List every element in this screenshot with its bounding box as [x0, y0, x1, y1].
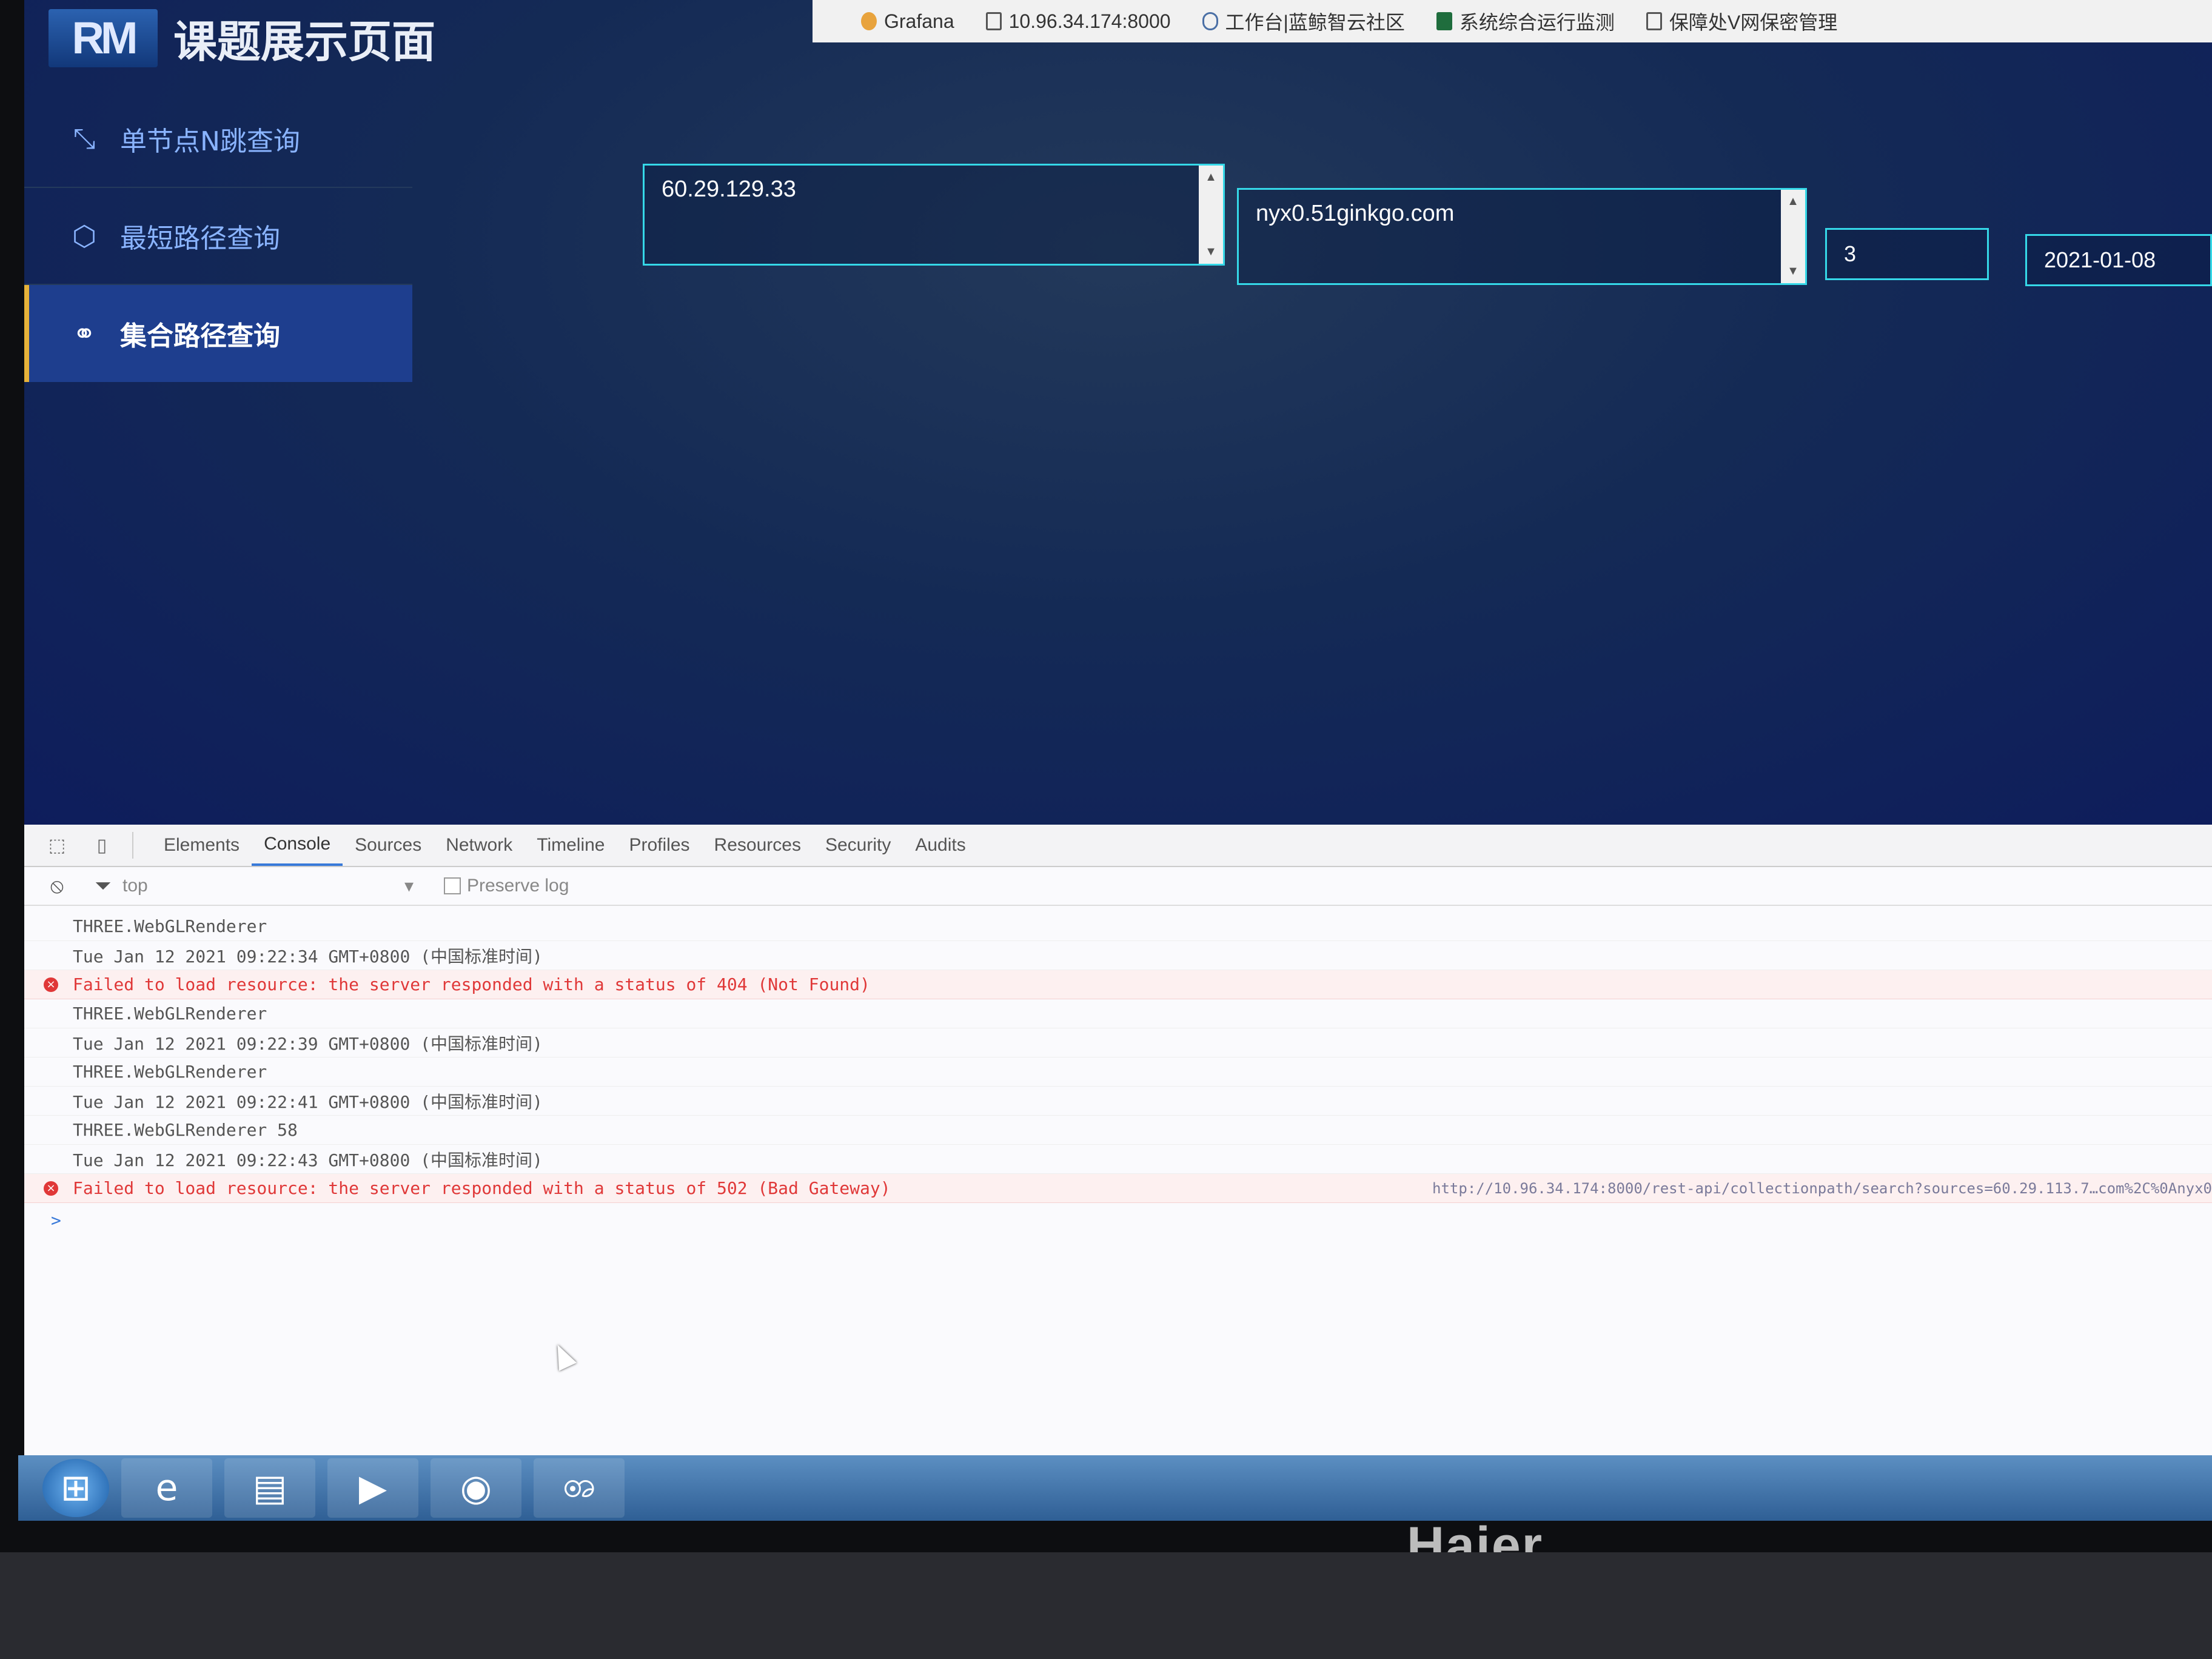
- monitor-frame: RM 课题展示页面 ⤡ 单节点N跳查询 ⬡ 最短路径查询 ⚭ 集合路径查询 60: [0, 0, 2212, 1575]
- bookmark-security[interactable]: 保障处V网保密管理: [1646, 7, 1837, 35]
- sidebar-item-shortest-path[interactable]: ⬡ 最短路径查询: [24, 188, 412, 285]
- console-error-line: × Failed to load resource: the server res…: [24, 1174, 2212, 1203]
- bookmark-label: 保障处V网保密管理: [1669, 12, 1838, 33]
- hops-value: 3: [1844, 241, 1857, 266]
- start-orb-icon[interactable]: ⊞: [42, 1459, 109, 1517]
- console-text: THREE.WebGLRenderer: [73, 916, 267, 936]
- tab-profiles[interactable]: Profiles: [617, 825, 702, 866]
- console-line: THREE.WebGLRenderer: [24, 999, 2212, 1028]
- tab-audits[interactable]: Audits: [903, 825, 977, 866]
- sources-scrollbar[interactable]: ▲ ▼: [1199, 166, 1223, 264]
- bookmark-grafana[interactable]: Grafana: [861, 10, 954, 33]
- sources-textarea[interactable]: 60.29.129.33 ▲ ▼: [643, 164, 1225, 266]
- console-text: THREE.WebGLRenderer 58: [73, 1120, 298, 1140]
- bookmark-label: 系统综合运行监测: [1459, 12, 1615, 33]
- bookmark-label: 10.96.34.174:8000: [1008, 10, 1171, 32]
- app-page: RM 课题展示页面 ⤡ 单节点N跳查询 ⬡ 最短路径查询 ⚭ 集合路径查询 60: [24, 0, 2212, 825]
- chevron-down-icon: ▾: [404, 876, 414, 896]
- hops-input[interactable]: 3: [1825, 228, 1989, 280]
- cloud-icon: [1202, 12, 1218, 30]
- console-text: Tue Jan 12 2021 09:22:34 GMT+0800 (中国标准时…: [73, 946, 543, 967]
- page-icon: [1646, 12, 1662, 30]
- bookmark-bluking[interactable]: 工作台|蓝鲸智云社区: [1202, 7, 1405, 35]
- swirl-app-icon[interactable]: ꩨ: [534, 1458, 625, 1518]
- tab-console[interactable]: Console: [252, 825, 343, 866]
- bookmark-host[interactable]: 10.96.34.174:8000: [985, 10, 1171, 33]
- ie-icon[interactable]: e: [121, 1458, 212, 1518]
- console-error-line: × Failed to load resource: the server res…: [24, 970, 2212, 999]
- preserve-log-option[interactable]: Preserve log: [444, 876, 569, 896]
- sidebar-item-label: 最短路径查询: [120, 223, 280, 254]
- sidebar-item-label: 单节点N跳查询: [120, 126, 300, 157]
- sidebar-item-single-node-hop[interactable]: ⤡ 单节点N跳查询: [24, 91, 412, 188]
- console-text: Failed to load resource: the server resp…: [73, 974, 870, 994]
- console-text: Tue Jan 12 2021 09:22:41 GMT+0800 (中国标准时…: [73, 1091, 543, 1112]
- devtools-panel: ⬚ ▯ Elements Console Sources Network Tim…: [24, 825, 2212, 1455]
- app-header: RM 课题展示页面: [49, 6, 435, 70]
- media-player-icon[interactable]: ▶: [327, 1458, 418, 1518]
- page-icon: [985, 12, 1002, 30]
- error-icon: ×: [44, 977, 58, 992]
- context-value: top: [122, 875, 148, 896]
- taskbar: ⊞ e ▤ ▶ ◉ ꩨ: [18, 1455, 2212, 1521]
- date-input[interactable]: 2021-01-08: [2025, 234, 2212, 286]
- preserve-log-label: Preserve log: [467, 876, 569, 896]
- console-line: Tue Jan 12 2021 09:22:43 GMT+0800 (中国标准时…: [24, 1145, 2212, 1174]
- console-toolbar: ⦸ ⏷ top ▾ Preserve log: [24, 867, 2212, 906]
- console-line: THREE.WebGLRenderer: [24, 1057, 2212, 1087]
- devtools-tabbar: ⬚ ▯ Elements Console Sources Network Tim…: [24, 825, 2212, 867]
- error-source-link[interactable]: http://10.96.34.174:8000/rest-api/collec…: [1432, 1180, 2212, 1197]
- bookmark-monitor[interactable]: 系统综合运行监测: [1436, 7, 1615, 35]
- error-icon: ×: [44, 1181, 58, 1196]
- collection-icon: ⚭: [72, 317, 96, 350]
- console-line: THREE.WebGLRenderer: [24, 912, 2212, 941]
- preserve-log-checkbox[interactable]: [444, 877, 461, 894]
- screen: RM 课题展示页面 ⤡ 单节点N跳查询 ⬡ 最短路径查询 ⚭ 集合路径查询 60: [24, 0, 2212, 1504]
- console-line: Tue Jan 12 2021 09:22:34 GMT+0800 (中国标准时…: [24, 941, 2212, 970]
- console-text: Tue Jan 12 2021 09:22:43 GMT+0800 (中国标准时…: [73, 1150, 543, 1170]
- page-title: 课题展示页面: [173, 16, 436, 67]
- app-logo: RM: [49, 8, 158, 67]
- console-prompt[interactable]: >: [24, 1210, 2212, 1230]
- console-line: THREE.WebGLRenderer 58: [24, 1116, 2212, 1145]
- targets-scrollbar[interactable]: ▲ ▼: [1781, 190, 1805, 283]
- hop-icon: ⤡: [73, 122, 96, 155]
- console-line: Tue Jan 12 2021 09:22:41 GMT+0800 (中国标准时…: [24, 1087, 2212, 1116]
- targets-value: nyx0.51ginkgo.com: [1256, 201, 1455, 226]
- console-text: THREE.WebGLRenderer: [73, 1004, 267, 1024]
- tab-resources[interactable]: Resources: [702, 825, 813, 866]
- grafana-icon: [861, 12, 877, 30]
- device-mode-icon[interactable]: ▯: [90, 834, 114, 856]
- date-value: 2021-01-08: [2044, 247, 2156, 272]
- bookmark-label: Grafana: [884, 10, 954, 32]
- bookmark-label: 工作台|蓝鲸智云社区: [1225, 12, 1405, 33]
- divider: [132, 832, 133, 859]
- tab-elements[interactable]: Elements: [152, 825, 252, 866]
- console-text: Failed to load resource: the server resp…: [73, 1178, 891, 1198]
- context-select[interactable]: top ▾: [122, 876, 414, 897]
- bookmarks-bar: Grafana 10.96.34.174:8000 工作台|蓝鲸智云社区 系统综…: [813, 0, 2212, 42]
- desk-background: [0, 1552, 2212, 1659]
- monitor-icon: [1436, 12, 1452, 30]
- console-text: Tue Jan 12 2021 09:22:39 GMT+0800 (中国标准时…: [73, 1033, 543, 1054]
- chrome-icon[interactable]: ◉: [431, 1458, 521, 1518]
- targets-textarea[interactable]: nyx0.51ginkgo.com ▲ ▼: [1237, 188, 1807, 285]
- sidebar-item-collection-path[interactable]: ⚭ 集合路径查询: [24, 285, 412, 382]
- sidebar-item-label: 集合路径查询: [120, 321, 280, 352]
- tab-network[interactable]: Network: [434, 825, 525, 866]
- tab-timeline[interactable]: Timeline: [525, 825, 617, 866]
- explorer-icon[interactable]: ▤: [224, 1458, 315, 1518]
- tab-sources[interactable]: Sources: [343, 825, 434, 866]
- console-line: Tue Jan 12 2021 09:22:39 GMT+0800 (中国标准时…: [24, 1028, 2212, 1057]
- console-text: THREE.WebGLRenderer: [73, 1062, 267, 1082]
- sources-value: 60.29.129.33: [662, 176, 796, 202]
- clear-console-icon[interactable]: ⦸: [44, 874, 70, 898]
- sidebar: ⤡ 单节点N跳查询 ⬡ 最短路径查询 ⚭ 集合路径查询: [24, 91, 412, 382]
- tab-security[interactable]: Security: [813, 825, 903, 866]
- inspect-element-icon[interactable]: ⬚: [45, 834, 69, 856]
- cube-icon: ⬡: [72, 220, 97, 252]
- filter-icon[interactable]: ⏷: [90, 874, 116, 898]
- console-output: THREE.WebGLRenderer Tue Jan 12 2021 09:2…: [24, 906, 2212, 1230]
